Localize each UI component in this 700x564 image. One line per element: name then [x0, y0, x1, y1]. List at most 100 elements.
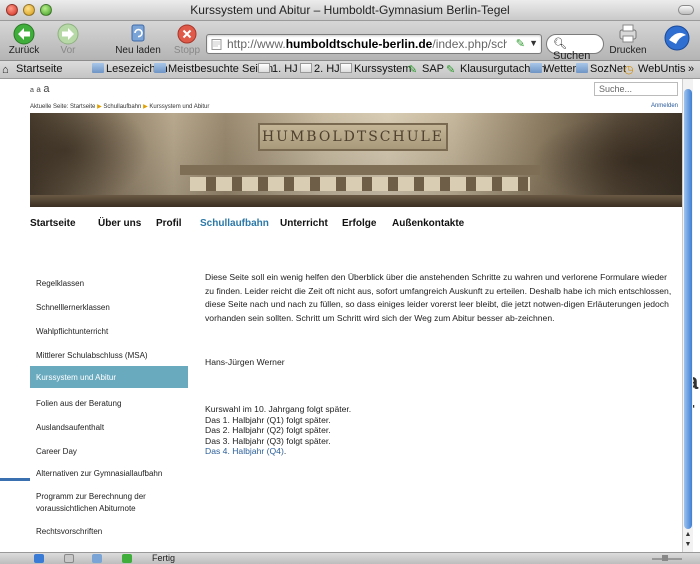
status-chat-icon[interactable]: [92, 554, 102, 563]
bookmark-sap[interactable]: ✎ SAP: [408, 63, 444, 76]
nav-profil[interactable]: Profil: [156, 218, 182, 229]
login-link[interactable]: Anmelden: [651, 103, 678, 109]
line-kurswahl: Kurswahl im 10. Jahrgang folgt später.: [205, 404, 352, 414]
page-icon: [211, 39, 222, 50]
vertical-scrollbar[interactable]: ▲ ▼: [682, 79, 693, 552]
connection-indicator-icon: [652, 555, 682, 561]
breadcrumb-startseite[interactable]: Startseite: [70, 104, 95, 110]
nav-ueber-uns[interactable]: Über uns: [98, 218, 141, 229]
sidebar-item-folien[interactable]: Folien aus der Beratung: [30, 399, 188, 408]
back-button[interactable]: Zurück: [4, 23, 44, 56]
sidebar-item-abiturnote-rechner[interactable]: Programm zur Berechnung der voraussichtl…: [30, 491, 188, 515]
nav-startseite[interactable]: Startseite: [30, 218, 76, 229]
home-icon: ⌂: [2, 64, 9, 76]
bookmark-kurssystem[interactable]: Kurssystem: [340, 63, 411, 75]
bookmark-wetter[interactable]: Wetter: [530, 63, 576, 75]
stop-icon: [177, 24, 197, 44]
forward-arrow-icon: [57, 23, 79, 45]
thunderbird-button[interactable]: [660, 23, 694, 53]
title-bar: Kurssystem und Abitur – Humboldt-Gymnasi…: [0, 0, 700, 21]
font-large-button[interactable]: a: [43, 83, 49, 95]
bookmarks-overflow-chevron-icon[interactable]: »: [688, 63, 694, 75]
url-text[interactable]: http://www.humboldtschule-berlin.de/inde…: [227, 37, 507, 51]
line-q1: Das 1. Halbjahr (Q1) folgt später.: [205, 414, 331, 425]
status-mail-icon[interactable]: [64, 554, 74, 563]
stop-button[interactable]: Stopp: [170, 23, 204, 56]
stop-label: Stopp: [173, 45, 201, 56]
sidebar-item-kurssystem-abitur[interactable]: Kurssystem und Abitur: [30, 366, 188, 388]
breadcrumb-separator-icon: ▶: [97, 104, 102, 110]
breadcrumb: Aktuelle Seite: Startseite ▶ Schullaufba…: [30, 104, 210, 110]
breadcrumb-current: Kurssystem und Abitur: [149, 104, 210, 110]
back-label: Zurück: [8, 45, 40, 56]
bookmark-webuntis[interactable]: ◷ WebUntis: [624, 63, 685, 76]
bookmark-2hj[interactable]: 2. HJ: [300, 63, 340, 75]
forward-button[interactable]: Vor: [48, 23, 88, 56]
print-button[interactable]: Drucken: [608, 23, 648, 56]
url-dropdown-icon[interactable]: ▼: [529, 38, 538, 48]
page-icon: [300, 63, 312, 73]
link-q4[interactable]: Das 4. Halbjahr (Q4): [205, 446, 284, 456]
intro-paragraph: Diese Seite soll ein wenig helfen den Üb…: [205, 272, 672, 323]
scroll-thumb[interactable]: [684, 89, 692, 529]
page-content: a a a Suche... Aktuelle Seite: Startseit…: [0, 79, 682, 552]
sidebar-item-wahlpflichtunterricht[interactable]: Wahlpflichtunterricht: [30, 327, 188, 336]
banner-sign-text: HUMBOLDTSCHULE: [258, 123, 448, 151]
reload-label: Neu laden: [115, 45, 161, 56]
bookmark-tag-icon[interactable]: ✎: [516, 37, 525, 50]
thunderbird-icon: [664, 25, 690, 51]
scroll-down-arrow-icon[interactable]: ▼: [683, 541, 693, 551]
back-arrow-icon: [13, 23, 35, 45]
bookmark-soznet[interactable]: SozNet: [576, 63, 626, 75]
site-search-input[interactable]: Suche...: [594, 82, 678, 96]
background-fragment-line: [0, 478, 30, 481]
printer-icon: [619, 24, 637, 43]
folder-icon: [576, 63, 588, 73]
bookmark-meistbesuchte[interactable]: Meistbesuchte Seiten: [154, 63, 273, 75]
toolbar-toggle-button[interactable]: [678, 5, 694, 15]
line-q3: Das 3. Halbjahr (Q3) folgt später.: [205, 435, 331, 446]
breadcrumb-separator-icon: ▶: [143, 104, 148, 110]
author-name: Hans-Jürgen Werner: [205, 357, 285, 367]
search-button[interactable]: 🔍︎ Suchen: [546, 34, 604, 62]
nav-erfolge[interactable]: Erfolge: [342, 218, 376, 229]
sidebar-item-alternativen[interactable]: Alternativen zur Gymnasiallaufbahn: [30, 469, 188, 478]
font-small-button[interactable]: a: [30, 87, 34, 94]
bookmark-startseite[interactable]: ⌂ Startseite: [2, 63, 62, 76]
header-banner-image: HUMBOLDTSCHULE: [30, 113, 682, 207]
tag-icon: ✎: [408, 64, 418, 76]
bookmark-1hj[interactable]: 1. HJ: [258, 63, 298, 75]
nav-schullaufbahn[interactable]: Schullaufbahn: [200, 218, 269, 229]
folder-icon: [154, 63, 166, 73]
address-bar[interactable]: http://www.humboldtschule-berlin.de/inde…: [206, 34, 542, 54]
scroll-up-arrow-icon[interactable]: ▲: [683, 531, 693, 541]
sidebar-item-career-day[interactable]: Career Day: [30, 447, 188, 456]
status-globe-icon: [34, 554, 44, 563]
sidebar-item-rechtsvorschriften[interactable]: Rechtsvorschriften: [30, 527, 188, 536]
status-addon-icon[interactable]: [122, 554, 132, 563]
page-icon: [340, 63, 352, 73]
sidebar-item-auslandsaufenthalt[interactable]: Auslandsaufenthalt: [30, 423, 188, 432]
sidebar-item-schnelllernerklassen[interactable]: Schnelllernerklassen: [30, 303, 188, 312]
sidebar-item-regelklassen[interactable]: Regelklassen: [30, 279, 188, 288]
bookmarks-bar: ⌂ Startseite Lesezeichen Meistbesuchte Se…: [0, 61, 700, 79]
breadcrumb-schullaufbahn[interactable]: Schullaufbahn: [103, 104, 141, 110]
clock-icon: ◷: [624, 64, 634, 76]
font-size-controls: a a a: [30, 83, 50, 95]
main-navigation: Startseite Über uns Profil Schullaufbahn…: [30, 216, 682, 236]
reload-button[interactable]: Neu laden: [110, 23, 166, 56]
forward-label: Vor: [60, 45, 76, 56]
print-label: Drucken: [609, 45, 647, 56]
font-medium-button[interactable]: a: [36, 85, 40, 94]
status-text: Fertig: [152, 553, 176, 563]
nav-aussenkontakte[interactable]: Außenkontakte: [392, 218, 464, 229]
line-q2: Das 2. Halbjahr (Q2) folgt später.: [205, 425, 331, 435]
page-icon: [258, 63, 270, 73]
status-lines: Kurswahl im 10. Jahrgang folgt später. D…: [205, 404, 352, 456]
window-title: Kurssystem und Abitur – Humboldt-Gymnasi…: [190, 3, 510, 17]
nav-unterricht[interactable]: Unterricht: [280, 218, 328, 229]
sidebar-item-msa[interactable]: Mittlerer Schulabschluss (MSA): [30, 351, 188, 360]
navigation-toolbar: Zurück Vor Neu laden Stopp http://www.hu…: [0, 21, 700, 62]
folder-icon: [92, 63, 104, 73]
main-article: Diese Seite soll ein wenig helfen den Üb…: [205, 271, 675, 456]
